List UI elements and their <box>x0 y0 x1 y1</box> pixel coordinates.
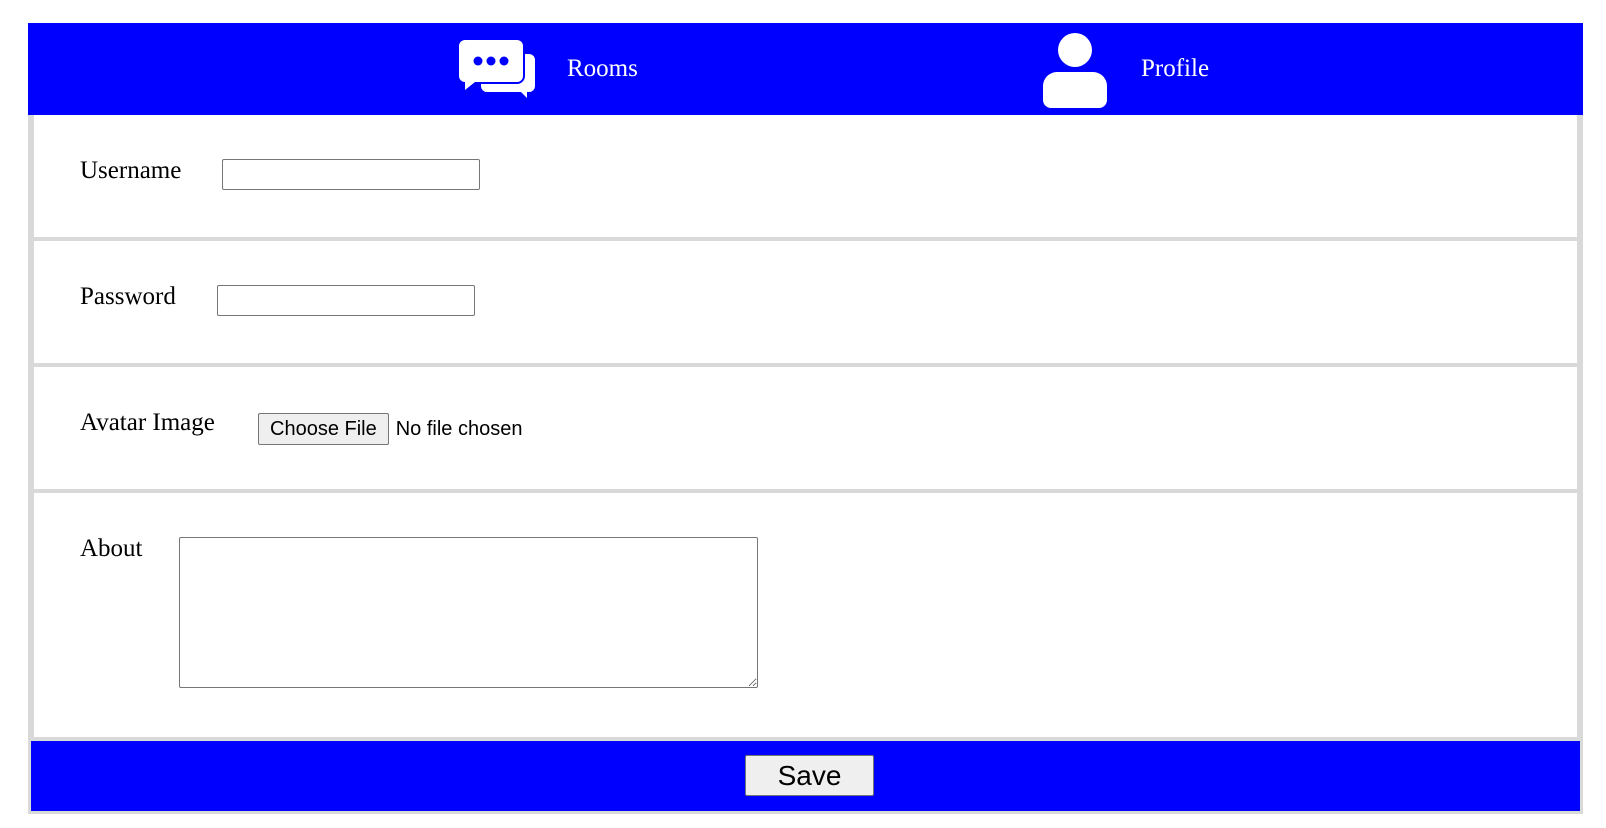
form-row-about: About <box>34 493 1577 741</box>
about-label: About <box>80 535 143 562</box>
user-icon <box>1043 30 1107 108</box>
app-container: Rooms Profile Username Password Avatar I… <box>28 23 1583 814</box>
avatar-file-input: Choose File No file chosen <box>258 413 522 445</box>
form-footer: Save <box>28 741 1583 814</box>
form-row-password: Password <box>34 241 1577 367</box>
form-row-avatar: Avatar Image Choose File No file chosen <box>34 367 1577 493</box>
form-row-username: Username <box>34 115 1577 241</box>
about-textarea[interactable] <box>179 537 758 688</box>
nav-label-rooms: Rooms <box>567 55 638 82</box>
nav-item-profile[interactable]: Profile <box>1043 23 1209 115</box>
top-navigation: Rooms Profile <box>28 23 1583 115</box>
username-label: Username <box>80 157 182 184</box>
nav-label-profile: Profile <box>1141 55 1210 82</box>
avatar-label: Avatar Image <box>80 409 215 436</box>
save-button[interactable]: Save <box>745 755 874 796</box>
nav-item-rooms[interactable]: Rooms <box>459 23 638 115</box>
password-label: Password <box>80 283 176 310</box>
username-input[interactable] <box>222 159 480 190</box>
chat-bubbles-icon <box>459 38 537 100</box>
profile-form: Username Password Avatar Image Choose Fi… <box>28 115 1583 741</box>
file-status-text: No file chosen <box>395 417 523 440</box>
choose-file-button[interactable]: Choose File <box>258 413 389 445</box>
password-input[interactable] <box>217 285 475 316</box>
